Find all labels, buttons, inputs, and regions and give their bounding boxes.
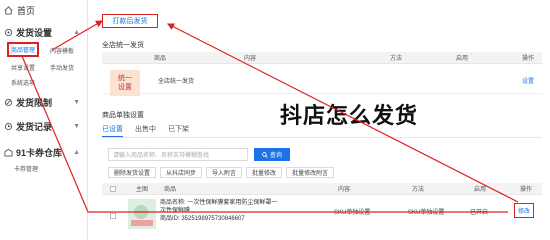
import-note-button[interactable]: 导入附言 — [206, 167, 243, 178]
single-section-title: 商品单独设置 — [102, 112, 144, 119]
tab-delisted[interactable]: 已下架 — [168, 124, 189, 137]
col-action: 操作 — [520, 187, 533, 193]
col-enabled: 启用 — [456, 56, 469, 62]
col-content: 内容 — [338, 187, 351, 193]
overlay-title: 抖店怎么发货 — [280, 104, 419, 129]
sidebar-item-manual-delivery[interactable]: 手动发货 — [50, 63, 74, 72]
search-input[interactable]: 请输入商品名称、名称支持模糊查找 — [108, 148, 248, 161]
chevron-down-icon: ▼ — [73, 123, 80, 130]
select-all-checkbox[interactable] — [110, 186, 116, 192]
sidebar-section-delivery-records[interactable]: 发货记录 ▼ — [4, 120, 86, 133]
chevron-up-icon: ▲ — [73, 29, 80, 36]
sidebar: 首页 发货设置 ▲ 商品管理 内容模板 共享设置 手动发货 系统选项 发货限制 … — [0, 0, 88, 240]
unified-table: 商品 内容 方法 启用 操作 统一 设置 全店统一发货 设置 — [102, 52, 542, 96]
sidebar-home[interactable]: 首页 — [4, 4, 35, 17]
sidebar-section-label: 发货记录 — [16, 122, 53, 132]
search-button[interactable]: 查询 — [254, 148, 290, 161]
edit-link-box: 修改 — [514, 203, 535, 218]
col-action: 操作 — [522, 56, 535, 62]
product-image — [128, 199, 156, 229]
batch-edit-button[interactable]: 批量修改 — [246, 167, 283, 178]
edit-link[interactable]: 修改 — [518, 209, 530, 215]
table-row: 商品名称: 一次性保鲜膜套家用防尘保鲜罩一 次性保鲜膜 商品ID: 352519… — [102, 195, 542, 239]
record-icon — [4, 122, 13, 131]
sidebar-item-content-template[interactable]: 内容模板 — [50, 46, 74, 55]
sidebar-home-label: 首页 — [17, 6, 36, 16]
col-product: 商品 — [154, 56, 167, 62]
chevron-down-icon: ▼ — [73, 99, 80, 106]
table-header: 商品 内容 方法 启用 操作 — [102, 52, 542, 64]
row-content: SKU单独设置 — [334, 210, 371, 216]
row-enabled: 已开启 — [470, 210, 489, 216]
limit-icon — [4, 98, 13, 107]
sidebar-item-product-management[interactable]: 商品管理 — [7, 42, 40, 57]
search-icon — [262, 151, 268, 158]
sidebar-item-system-options[interactable]: 系统选项 — [11, 78, 35, 87]
sidebar-section-delivery-settings[interactable]: 发货设置 ▲ — [4, 26, 86, 39]
product-table: 主图 商品 内容 方法 启用 操作 商品名称: 一次性保鲜膜套家用防尘保鲜罩一 … — [102, 183, 542, 239]
col-content: 内容 — [244, 56, 257, 62]
chevron-up-icon: ▲ — [73, 149, 80, 156]
warehouse-icon — [4, 148, 13, 157]
sidebar-section-label: 发货设置 — [16, 28, 53, 38]
product-info: 商品名称: 一次性保鲜膜套家用防尘保鲜罩一 次性保鲜膜 商品ID: 352519… — [160, 199, 330, 223]
unified-set-link[interactable]: 设置 — [522, 76, 534, 85]
row-checkbox[interactable] — [110, 213, 116, 219]
action-toolbar: 删除发货设置 从抖店同步 导入附言 批量修改 批量修改附言 — [108, 167, 335, 178]
tab-on-sale[interactable]: 出售中 — [135, 124, 156, 137]
sidebar-item-share-settings[interactable]: 共享设置 — [11, 63, 35, 72]
table-header: 主图 商品 内容 方法 启用 操作 — [102, 183, 542, 195]
product-id: 商品ID: 3525198975730846607 — [160, 216, 245, 222]
unified-row-text: 全店统一发货 — [158, 79, 195, 85]
col-product: 商品 — [164, 187, 177, 193]
sidebar-section-delivery-limits[interactable]: 发货限制 ▼ — [4, 96, 86, 109]
product-name-line2: 次性保鲜膜 — [160, 208, 191, 214]
col-main-image: 主图 — [136, 187, 149, 193]
col-method: 方法 — [390, 56, 403, 62]
sidebar-section-card-warehouse[interactable]: 91卡券仓库 ▲ — [4, 146, 86, 159]
delete-settings-button[interactable]: 删除发货设置 — [108, 167, 157, 178]
tab-divider — [102, 137, 542, 138]
sidebar-section-label: 发货限制 — [16, 98, 53, 108]
table-row: 统一 设置 全店统一发货 设置 — [102, 64, 542, 96]
col-enabled: 启用 — [474, 187, 487, 193]
sidebar-section-label: 91卡券仓库 — [16, 148, 63, 158]
tab-configured[interactable]: 已设置 — [102, 124, 123, 137]
home-icon — [4, 6, 13, 15]
main-content: 打款后发货 全店统一发货 商品 内容 方法 启用 操作 统一 设置 全店统一发货… — [90, 0, 550, 240]
col-method: 方法 — [412, 187, 425, 193]
unified-thumbnail: 统一 设置 — [110, 70, 140, 96]
batch-edit-note-button[interactable]: 批量修改附言 — [286, 167, 335, 178]
sidebar-item-card-management[interactable]: 卡券管理 — [14, 164, 38, 173]
product-name-line1: 商品名称: 一次性保鲜膜套家用防尘保鲜罩一 — [160, 200, 278, 206]
settings-icon — [4, 28, 13, 37]
sync-from-store-button[interactable]: 从抖店同步 — [160, 167, 203, 178]
pay-then-deliver-button[interactable]: 打款后发货 — [102, 14, 158, 28]
row-method: SKU单独设置 — [408, 210, 445, 216]
tab-bar: 已设置 出售中 已下架 — [102, 124, 189, 137]
search-button-label: 查询 — [269, 153, 282, 159]
unified-section-title: 全店统一发货 — [102, 42, 144, 49]
